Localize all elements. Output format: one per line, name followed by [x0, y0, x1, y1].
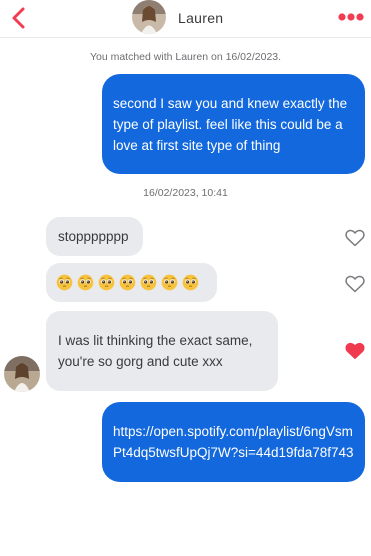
- pleading-face-emoji: [56, 274, 73, 291]
- received-emoji-message[interactable]: [46, 263, 217, 302]
- back-button[interactable]: [9, 6, 31, 30]
- pleading-face-emoji: [119, 274, 136, 291]
- heart-outline-icon: [345, 229, 365, 247]
- heart-outline-icon: [345, 275, 365, 293]
- message-timestamp: 16/02/2023, 10:41: [143, 187, 228, 199]
- like-message-button[interactable]: [345, 275, 365, 293]
- heart-filled-icon: [345, 342, 365, 360]
- received-message[interactable]: stoppppppp: [46, 217, 143, 256]
- message-text: stoppppppp: [58, 229, 129, 244]
- contact-avatar[interactable]: [132, 0, 166, 34]
- liked-message-button[interactable]: [345, 342, 365, 360]
- contact-name[interactable]: Lauren: [178, 10, 223, 26]
- pleading-face-emoji: [182, 274, 199, 291]
- sender-avatar[interactable]: [4, 356, 40, 392]
- emoji-row: [56, 274, 199, 291]
- pleading-face-emoji: [140, 274, 157, 291]
- chat-header: Lauren: [0, 0, 371, 38]
- received-message[interactable]: I was lit thinking the exact same, you'r…: [46, 311, 278, 391]
- pleading-face-emoji: [161, 274, 178, 291]
- more-dots-icon: [338, 13, 364, 21]
- sent-link-message[interactable]: https://open.spotify.com/playlist/6ngVsm…: [102, 402, 365, 482]
- spotify-link[interactable]: https://open.spotify.com/playlist/6ngVsm…: [113, 421, 354, 463]
- message-text: second I saw you and knew exactly the ty…: [113, 95, 348, 153]
- sent-message[interactable]: second I saw you and knew exactly the ty…: [102, 74, 365, 174]
- message-text: I was lit thinking the exact same, you'r…: [58, 333, 253, 369]
- match-note: You matched with Lauren on 16/02/2023.: [89, 51, 282, 63]
- more-options-button[interactable]: [338, 10, 364, 24]
- pleading-face-emoji: [77, 274, 94, 291]
- like-message-button[interactable]: [345, 229, 365, 247]
- chevron-left-icon: [12, 7, 25, 29]
- pleading-face-emoji: [98, 274, 115, 291]
